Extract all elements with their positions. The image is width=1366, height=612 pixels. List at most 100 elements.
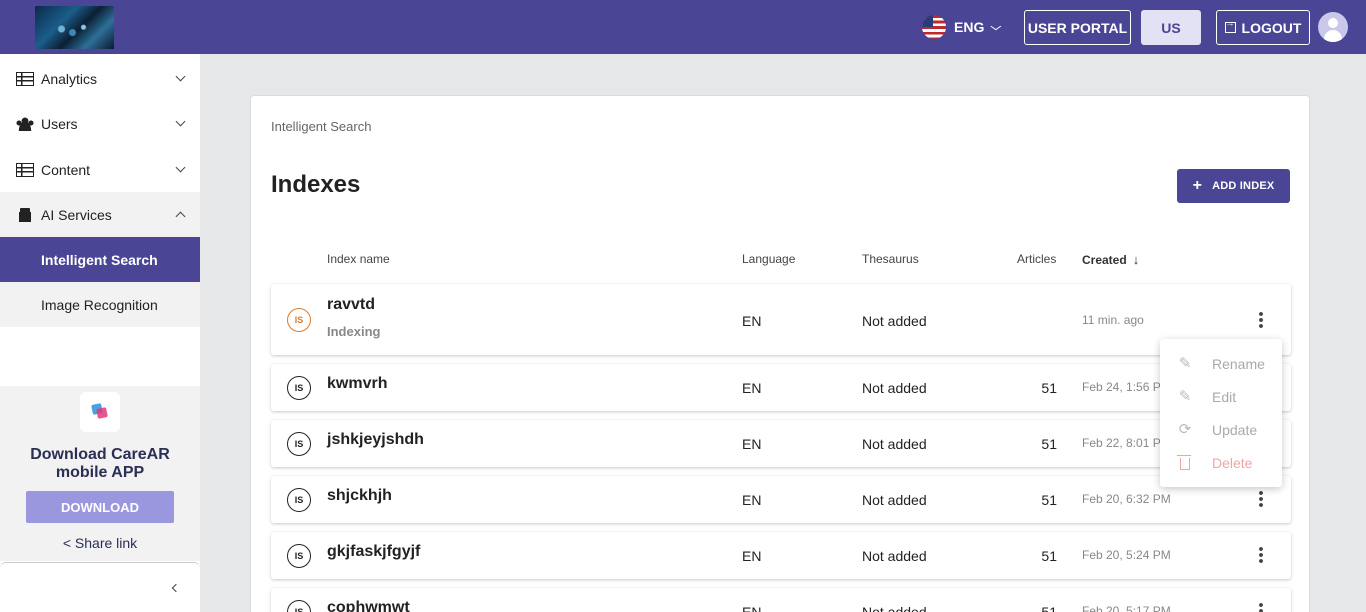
- user-avatar-icon[interactable]: [1318, 12, 1348, 42]
- index-badge: IS: [287, 308, 311, 332]
- column-header-name: Index name: [327, 252, 390, 266]
- menu-item-label: Edit: [1212, 388, 1237, 405]
- menu-item-label: Delete: [1212, 454, 1253, 471]
- index-name: kwmvrh: [327, 375, 388, 392]
- language-label: ENG: [954, 19, 985, 35]
- region-button[interactable]: US: [1141, 10, 1201, 45]
- column-header-created-label: Created: [1082, 253, 1127, 267]
- index-created: Feb 22, 8:01 PM: [1082, 436, 1171, 450]
- index-name: cophwmwt: [327, 599, 410, 612]
- table-row[interactable]: IS ravvtd Indexing EN Not added 11 min. …: [271, 284, 1291, 355]
- index-articles: 51: [1041, 604, 1057, 612]
- add-index-label: ADD INDEX: [1212, 180, 1275, 192]
- sidebar-item-label: Intelligent Search: [41, 251, 158, 268]
- index-thesaurus: Not added: [862, 604, 927, 612]
- sidebar-item-label: Content: [41, 161, 91, 178]
- promo-title-line2: mobile APP: [55, 464, 145, 481]
- sidebar-item-label: Analytics: [41, 70, 98, 87]
- menu-item-label: Rename: [1212, 355, 1265, 372]
- breadcrumb[interactable]: Intelligent Search: [271, 119, 371, 134]
- user-portal-button[interactable]: USER PORTAL: [1024, 10, 1131, 45]
- index-name: gkjfaskjfgyjf: [327, 543, 421, 560]
- chip-icon: [20, 207, 30, 222]
- chevron-down-icon: [175, 71, 186, 82]
- more-options-icon[interactable]: [1259, 311, 1263, 329]
- sidebar-item-label: Image Recognition: [41, 296, 158, 313]
- index-badge: IS: [287, 544, 311, 568]
- index-badge: IS: [287, 488, 311, 512]
- index-status: Indexing: [327, 324, 381, 339]
- index-badge: IS: [287, 600, 311, 612]
- table-row[interactable]: IS gkjfaskjfgyjf EN Not added 51 Feb 20,…: [271, 532, 1291, 579]
- chevron-left-icon: [171, 583, 181, 593]
- menu-item-rename[interactable]: ✎ Rename: [1160, 347, 1282, 380]
- index-badge: IS: [287, 432, 311, 456]
- us-flag-icon: [922, 15, 946, 39]
- refresh-icon: ⟳: [1178, 420, 1192, 438]
- promo-title: Download CareAR mobile APP: [0, 446, 200, 482]
- language-selector[interactable]: ENG ⌵: [922, 15, 1002, 39]
- menu-item-update[interactable]: ⟳ Update: [1160, 413, 1282, 446]
- sidebar-item-image-recognition[interactable]: Image Recognition: [0, 282, 200, 327]
- table-row[interactable]: IS cophwmwt EN Not added 51 Feb 20, 5:17…: [271, 588, 1291, 612]
- sidebar-item-content[interactable]: Content: [0, 147, 200, 192]
- index-thesaurus: Not added: [862, 380, 927, 396]
- table-row[interactable]: IS kwmvrh EN Not added 51 Feb 24, 1:56 P…: [271, 364, 1291, 411]
- chevron-down-icon: [175, 162, 186, 173]
- sidebar-item-analytics[interactable]: Analytics: [0, 56, 200, 101]
- index-thesaurus: Not added: [862, 436, 927, 452]
- column-header-language: Language: [742, 252, 796, 266]
- more-options-icon[interactable]: [1259, 546, 1263, 564]
- page-title: Indexes: [271, 171, 361, 198]
- logout-icon: [1224, 18, 1236, 33]
- index-name: jshkjeyjshdh: [327, 431, 424, 448]
- chevron-down-icon: [175, 116, 186, 127]
- index-language: EN: [742, 436, 762, 452]
- sidebar-collapse-button[interactable]: [0, 562, 200, 612]
- share-link[interactable]: < Share link: [0, 535, 200, 551]
- index-thesaurus: Not added: [862, 492, 927, 508]
- sidebar-item-label: AI Services: [41, 206, 112, 223]
- index-thesaurus: Not added: [862, 548, 927, 564]
- index-created: 11 min. ago: [1082, 313, 1144, 327]
- share-icon: <: [62, 535, 72, 551]
- table-row[interactable]: IS jshkjeyjshdh EN Not added 51 Feb 22, …: [271, 420, 1291, 467]
- index-name: ravvtd: [327, 296, 376, 313]
- sidebar-item-label: Users: [41, 115, 78, 132]
- index-articles: 51: [1041, 492, 1057, 508]
- index-created: Feb 20, 6:32 PM: [1082, 492, 1171, 506]
- chevron-up-icon: [175, 211, 186, 222]
- more-options-icon[interactable]: [1259, 490, 1263, 508]
- table-icon: [16, 71, 34, 86]
- download-button[interactable]: DOWNLOAD: [26, 491, 174, 523]
- chevron-down-icon: ⌵: [990, 21, 1002, 33]
- column-header-thesaurus: Thesaurus: [862, 252, 919, 266]
- carear-app-icon: [80, 392, 120, 432]
- sidebar-item-ai-services[interactable]: AI Services: [0, 192, 200, 237]
- table-icon: [16, 162, 34, 177]
- menu-item-edit[interactable]: ✎ Edit: [1160, 380, 1282, 413]
- users-icon: [16, 116, 34, 131]
- pencil-icon: ✎: [1178, 387, 1192, 405]
- index-thesaurus: Not added: [862, 313, 927, 329]
- sidebar-item-users[interactable]: Users: [0, 101, 200, 146]
- row-context-menu: ✎ Rename ✎ Edit ⟳ Update Delete: [1160, 339, 1282, 487]
- column-header-created[interactable]: Created ↓: [1082, 252, 1139, 267]
- logout-label: LOGOUT: [1241, 19, 1302, 36]
- index-language: EN: [742, 548, 762, 564]
- sort-down-icon: ↓: [1132, 252, 1140, 267]
- index-articles: 51: [1041, 380, 1057, 396]
- top-bar: ENG ⌵ USER PORTAL US LOGOUT: [0, 0, 1366, 54]
- promo-title-line1: Download CareAR: [30, 446, 170, 463]
- trash-icon: [1177, 454, 1191, 470]
- menu-item-delete[interactable]: Delete: [1160, 446, 1282, 479]
- logout-button[interactable]: LOGOUT: [1216, 10, 1310, 45]
- index-language: EN: [742, 492, 762, 508]
- company-logo[interactable]: [35, 6, 114, 49]
- table-row[interactable]: IS shjckhjh EN Not added 51 Feb 20, 6:32…: [271, 476, 1291, 523]
- sidebar: Analytics Users Content AI Services Inte…: [0, 54, 200, 612]
- add-index-button[interactable]: + ADD INDEX: [1177, 169, 1290, 203]
- menu-item-label: Update: [1212, 421, 1258, 438]
- more-options-icon[interactable]: [1259, 602, 1263, 612]
- sidebar-item-intelligent-search[interactable]: Intelligent Search: [0, 237, 200, 282]
